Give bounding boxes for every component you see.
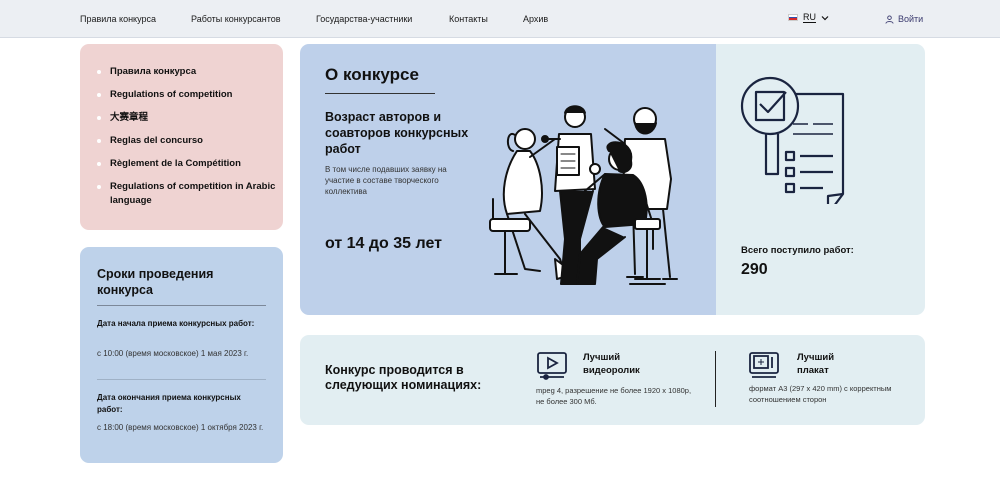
nav-link-countries[interactable]: Государства-участники (316, 14, 412, 24)
rules-link-fr[interactable]: Règlement de la Compétition (96, 157, 276, 171)
age-range: от 14 до 35 лет (325, 235, 442, 252)
nomination-poster-desc: формат А3 (297 x 420 mm) с корректным со… (749, 384, 892, 404)
rules-link-zh[interactable]: 大赛章程 (96, 111, 276, 125)
nominations-card: Конкурс проводится в следующих номинация… (300, 335, 925, 425)
nomination-poster-name: Лучший плакат (797, 352, 835, 376)
about-card: О конкурсе Возраст авторов и соавторов к… (300, 44, 716, 315)
works-count-label: Всего поступило работ: (741, 245, 854, 256)
login-button[interactable]: Войти (885, 14, 923, 24)
about-subtitle: Возраст авторов и соавторов конкурсных р… (325, 110, 469, 156)
start-date-value: с 10:00 (время московское) 1 мая 2023 г. (97, 349, 249, 358)
login-label: Войти (898, 14, 924, 24)
end-date-value: с 18:00 (время московское) 1 октября 202… (97, 423, 264, 432)
nav-link-contacts[interactable]: Контакты (449, 14, 488, 24)
dates-title: Сроки проведения конкурса (97, 267, 214, 297)
language-selector[interactable]: RU (788, 12, 829, 23)
works-count-value: 290 (741, 261, 768, 278)
end-date-label: Дата окончания приема конкурсных работ: (97, 393, 241, 414)
about-title-underline (325, 93, 435, 94)
nomination-video-name: Лучший видеоролик (583, 352, 640, 376)
nav-link-archive[interactable]: Архив (523, 14, 548, 24)
language-code: RU (803, 12, 816, 23)
rules-list: Правила конкурса Regulations of competit… (96, 65, 276, 217)
nav-link-works[interactable]: Работы конкурсантов (191, 14, 281, 24)
poster-monitor-icon (749, 352, 779, 378)
rules-link-es[interactable]: Reglas del concurso (96, 134, 276, 148)
video-player-icon (537, 352, 567, 380)
checklist-document-icon (740, 76, 845, 204)
nav-link-rules[interactable]: Правила конкурса (80, 14, 156, 24)
rules-link-ru[interactable]: Правила конкурса (96, 65, 276, 79)
chevron-down-icon (821, 15, 829, 20)
about-note: В том числе подавших заявку на участие в… (325, 165, 447, 196)
rules-card: Правила конкурса Regulations of competit… (80, 44, 283, 230)
user-icon (885, 14, 894, 24)
young-people-illustration (489, 105, 678, 285)
rules-link-ar[interactable]: Regulations of competition in Arabic lan… (96, 180, 276, 208)
about-title: О конкурсе (325, 65, 419, 84)
russia-flag-icon (788, 14, 798, 21)
start-date-label: Дата начала приема конкурсных работ: (97, 319, 255, 328)
nomination-video-desc: mpeg 4, разрешение не более 1920 x 1080p… (536, 386, 692, 406)
top-navigation-bar: Правила конкурса Работы конкурсантов Гос… (0, 0, 1000, 38)
dates-divider (97, 305, 266, 306)
nominations-separator (715, 351, 716, 407)
works-count-card: Всего поступило работ: 290 (716, 44, 925, 315)
nominations-title: Конкурс проводится в следующих номинация… (325, 363, 482, 392)
dates-divider-2 (97, 379, 266, 380)
dates-card: Сроки проведения конкурса Дата начала пр… (80, 247, 283, 463)
rules-link-en[interactable]: Regulations of competition (96, 88, 276, 102)
